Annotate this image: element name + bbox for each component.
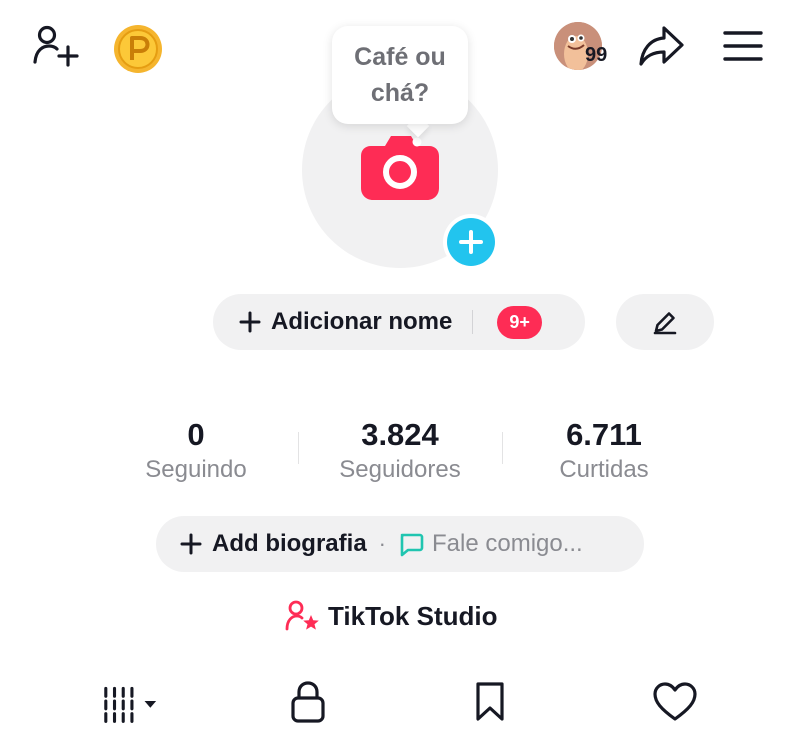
chat-bubble-icon xyxy=(400,533,424,557)
add-bio-button[interactable]: Add biografia · Fale comigo... xyxy=(156,516,644,572)
add-name-button[interactable]: Adicionar nome 9+ xyxy=(213,294,585,350)
grid-bars-icon xyxy=(104,686,157,723)
add-bio-label: Add biografia xyxy=(212,530,367,557)
followers-count: 3.824 xyxy=(361,417,439,452)
tooltip-text: Café ou chá? xyxy=(354,43,446,107)
separator: · xyxy=(378,531,386,556)
tab-liked[interactable] xyxy=(645,674,705,730)
chat-label: Fale comigo... xyxy=(432,530,583,557)
add-photo-button[interactable] xyxy=(443,214,499,270)
plus-icon xyxy=(180,533,202,555)
edit-profile-button[interactable] xyxy=(616,294,714,350)
tooltip-bubble: Café ou chá? xyxy=(332,26,468,124)
plus-icon xyxy=(239,311,261,333)
following-count: 0 xyxy=(187,417,205,452)
tiktok-studio-link[interactable]: TikTok Studio xyxy=(284,596,497,636)
pill-divider xyxy=(472,310,474,334)
stat-divider xyxy=(502,432,503,464)
following-label: Seguindo xyxy=(145,456,247,483)
tab-saved[interactable] xyxy=(460,674,520,730)
notification-badge: 9+ xyxy=(497,305,542,339)
likes-count: 6.711 xyxy=(566,417,642,452)
heart-icon xyxy=(653,682,697,721)
streak-count: 99 xyxy=(585,44,608,66)
stat-following[interactable]: 0 Seguindo xyxy=(96,418,296,484)
likes-label: Curtidas xyxy=(559,456,649,483)
tab-videos[interactable] xyxy=(100,674,160,730)
lock-icon xyxy=(291,681,325,723)
camera-icon[interactable] xyxy=(359,132,441,202)
bookmark-icon xyxy=(476,682,504,721)
studio-label: TikTok Studio xyxy=(328,600,498,631)
plus-icon xyxy=(447,218,495,266)
pencil-icon xyxy=(653,312,677,335)
followers-label: Seguidores xyxy=(339,456,461,483)
add-friend-icon[interactable] xyxy=(30,24,82,68)
studio-icon xyxy=(285,600,319,631)
stat-likes[interactable]: 6.711 Curtidas xyxy=(504,418,704,484)
coin-icon[interactable] xyxy=(113,24,163,74)
share-icon[interactable] xyxy=(636,22,688,70)
menu-icon[interactable] xyxy=(718,24,768,68)
tab-private[interactable] xyxy=(278,674,338,730)
add-name-label: Adicionar nome xyxy=(271,308,453,335)
stat-divider xyxy=(298,432,299,464)
stat-followers[interactable]: 3.824 Seguidores xyxy=(300,418,500,484)
